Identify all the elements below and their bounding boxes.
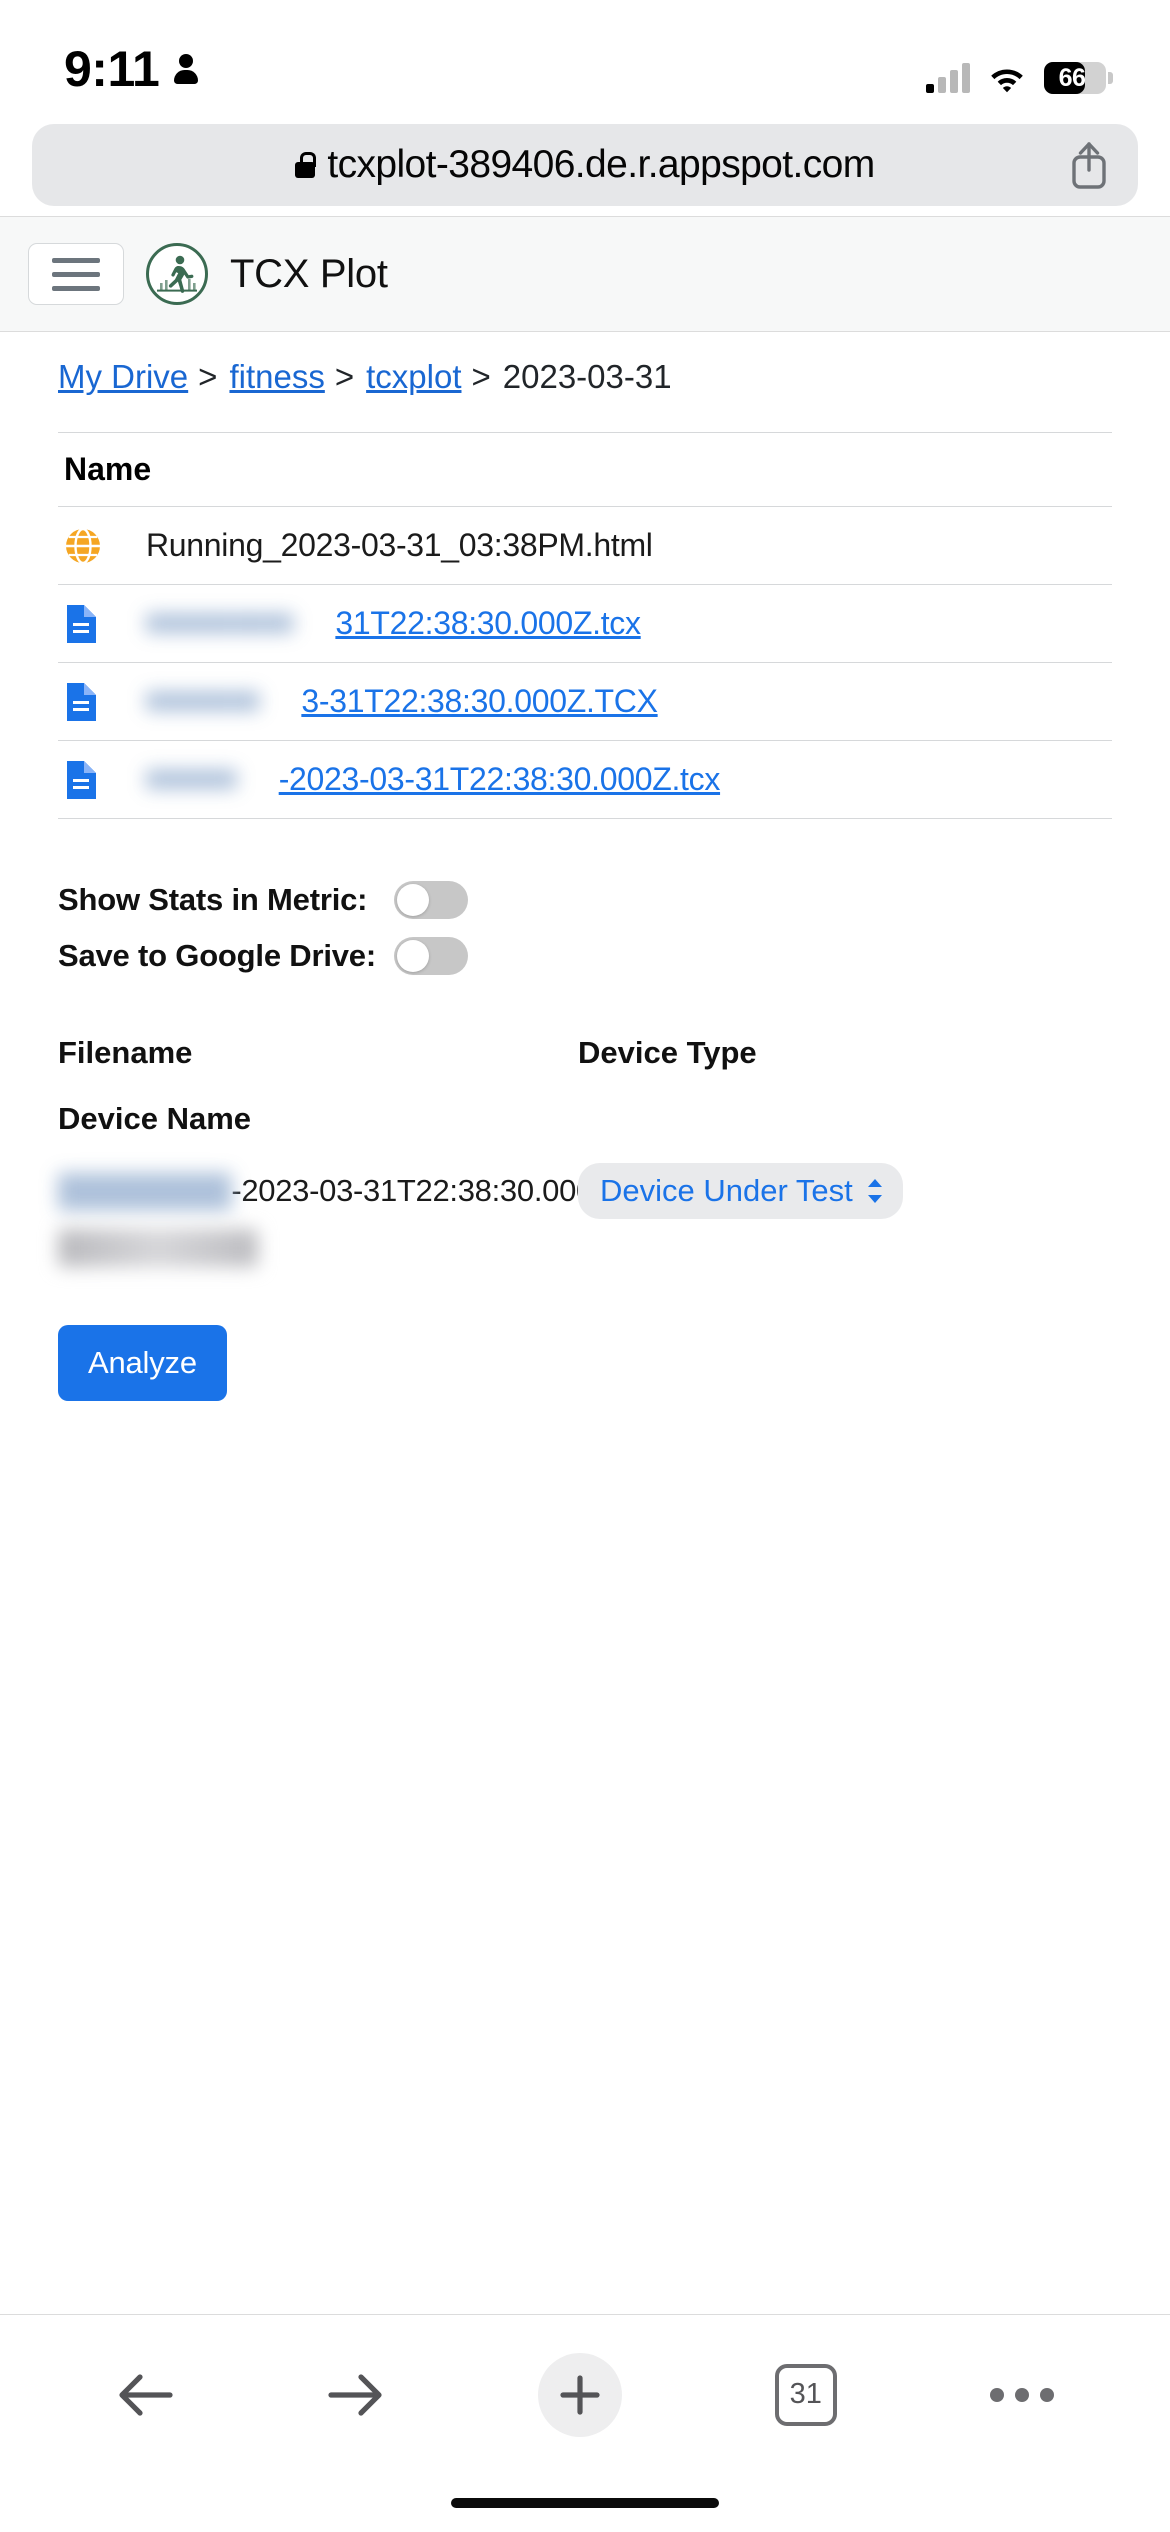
home-indicator-area	[0, 2474, 1170, 2532]
column-header-filename: Filename	[58, 1035, 193, 1070]
analysis-file-row: ████████-2023-03-31T22:38:30.000Z.tcx De…	[58, 1163, 1112, 1219]
file-name-link[interactable]: -2023-03-31T22:38:30.000Z.tcx	[279, 761, 721, 798]
table-row[interactable]: Running_2023-03-31_03:38PM.html	[58, 507, 1112, 585]
table-row[interactable]: ████████ -2023-03-31T22:38:30.000Z.tcx	[58, 741, 1112, 819]
file-name: Running_2023-03-31_03:38PM.html	[146, 527, 653, 563]
updown-chevron-icon	[865, 1176, 885, 1206]
battery-percent: 66	[1058, 63, 1086, 92]
redacted-filename-prefix: ████████	[146, 770, 237, 788]
show-stats-metric-toggle[interactable]	[394, 881, 468, 919]
app-title: TCX Plot	[230, 251, 388, 296]
file-table: Name Running_2023-03-31_03:38PM.html ███…	[58, 432, 1112, 819]
settings-toggles: Show Stats in Metric: Save to Google Dri…	[58, 881, 1112, 975]
person-icon	[173, 52, 199, 86]
status-bar-left: 9:11	[64, 44, 199, 94]
back-button[interactable]	[116, 2371, 174, 2419]
cellular-signal-icon	[926, 63, 970, 93]
setting-save-google-drive: Save to Google Drive:	[58, 937, 1112, 975]
redacted-device-name	[58, 1229, 258, 1267]
redacted-filename-prefix: ██████████	[146, 692, 260, 710]
form-column-headers: Filename Device Type	[58, 1035, 1112, 1071]
breadcrumb-separator: >	[334, 358, 355, 395]
file-name-link[interactable]: 31T22:38:30.000Z.tcx	[335, 605, 641, 642]
phone-screen: 9:11 66 tcxplot-389406.de.r.appspot.com …	[0, 0, 1170, 2532]
table-header-name: Name	[58, 432, 1112, 507]
device-type-select[interactable]: Device Under Test	[578, 1163, 903, 1219]
document-icon	[64, 602, 104, 646]
label-device-name: Device Name	[58, 1101, 252, 1136]
table-row[interactable]: █████████████ 31T22:38:30.000Z.tcx	[58, 585, 1112, 663]
selected-filename: ████████-2023-03-31T22:38:30.000Z.tcx	[58, 1173, 659, 1209]
url-text: tcxplot-389406.de.r.appspot.com	[327, 143, 875, 186]
lock-icon	[295, 152, 317, 178]
url-display[interactable]: tcxplot-389406.de.r.appspot.com	[295, 143, 875, 187]
document-icon	[64, 758, 104, 802]
breadcrumb-item-tcxplot[interactable]: tcxplot	[366, 358, 461, 396]
table-row[interactable]: ██████████ 3-31T22:38:30.000Z.TCX	[58, 663, 1112, 741]
new-tab-button[interactable]	[537, 2352, 622, 2437]
status-bar: 9:11 66	[0, 0, 1170, 108]
breadcrumb: My Drive > fitness > tcxplot > 2023-03-3…	[0, 332, 1170, 416]
save-google-drive-toggle[interactable]	[394, 937, 468, 975]
status-time: 9:11	[64, 41, 160, 97]
setting-label: Save to Google Drive:	[58, 938, 376, 973]
status-bar-right: 66	[926, 62, 1113, 94]
share-icon[interactable]	[1068, 140, 1110, 190]
tab-count: 31	[774, 2363, 837, 2426]
browser-url-bar-container: tcxplot-389406.de.r.appspot.com	[0, 108, 1170, 216]
running-person-logo	[146, 243, 208, 305]
setting-show-stats-metric: Show Stats in Metric:	[58, 881, 1112, 919]
plus-icon	[537, 2352, 622, 2437]
redacted-filename-prefix: ████████	[58, 1173, 232, 1208]
column-header-device-type: Device Type	[578, 1035, 757, 1070]
ellipsis-icon	[989, 2387, 1054, 2402]
url-bar[interactable]: tcxplot-389406.de.r.appspot.com	[32, 124, 1138, 206]
breadcrumb-item-fitness[interactable]: fitness	[229, 358, 324, 396]
breadcrumb-item-my-drive[interactable]: My Drive	[58, 358, 188, 396]
document-icon	[64, 680, 104, 724]
redacted-filename-prefix: █████████████	[146, 614, 294, 632]
more-menu-button[interactable]	[989, 2387, 1054, 2402]
browser-bottom-bar: 31	[0, 2314, 1170, 2474]
analyze-button[interactable]: Analyze	[58, 1325, 227, 1401]
breadcrumb-item-current: 2023-03-31	[502, 358, 672, 395]
wifi-icon	[988, 63, 1026, 93]
hamburger-menu-icon[interactable]	[28, 243, 124, 305]
device-type-value: Device Under Test	[600, 1173, 853, 1208]
tabs-button[interactable]: 31	[774, 2363, 837, 2426]
analysis-form: Filename Device Type Device Name ███████…	[58, 1035, 1112, 1401]
breadcrumb-separator: >	[198, 358, 218, 395]
page-content: My Drive > fitness > tcxplot > 2023-03-3…	[0, 332, 1170, 2314]
home-indicator	[451, 2498, 719, 2508]
breadcrumb-separator: >	[471, 358, 491, 395]
setting-label: Show Stats in Metric:	[58, 882, 368, 917]
battery-indicator: 66	[1044, 62, 1113, 94]
file-name-link[interactable]: 3-31T22:38:30.000Z.TCX	[301, 683, 658, 720]
globe-icon	[64, 524, 104, 568]
forward-button[interactable]	[327, 2371, 385, 2419]
app-header: TCX Plot	[0, 216, 1170, 332]
